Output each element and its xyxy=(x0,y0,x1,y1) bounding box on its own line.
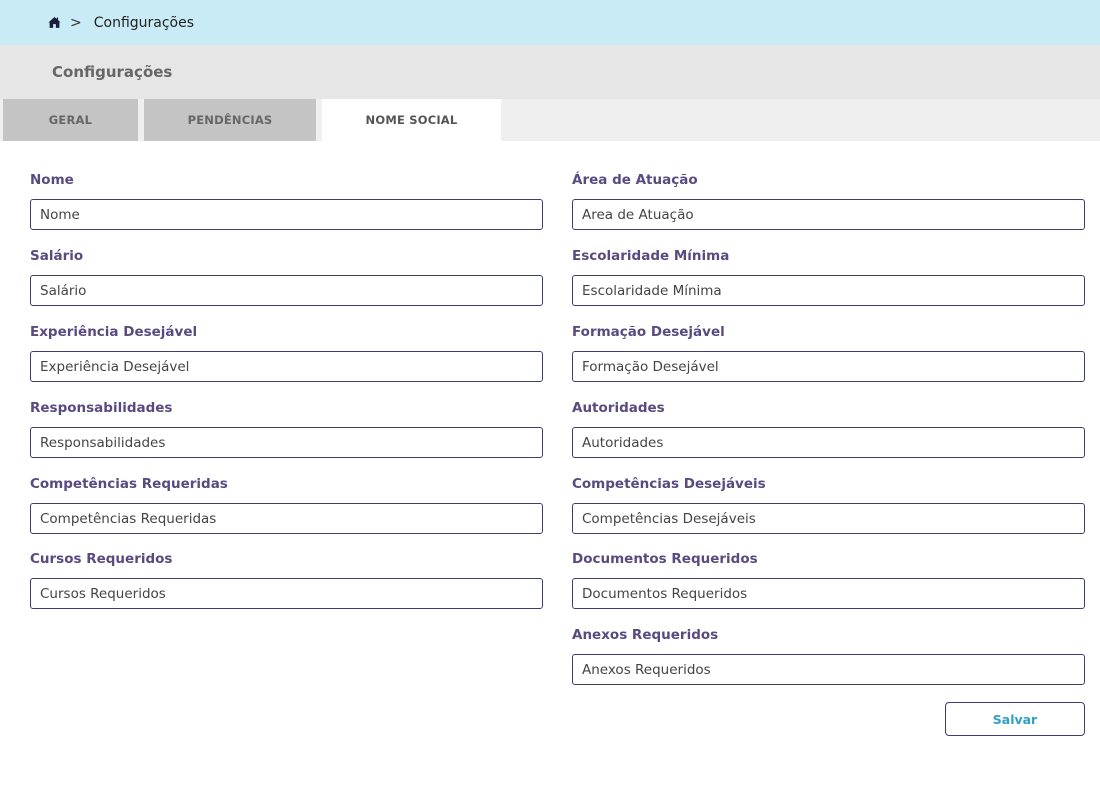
documentos-requeridos-input[interactable] xyxy=(572,578,1085,609)
escolaridade-minima-input[interactable] xyxy=(572,275,1085,306)
autoridades-input[interactable] xyxy=(572,427,1085,458)
field-label-autoridades: Autoridades xyxy=(572,400,665,416)
page-header: Configurações xyxy=(0,45,1100,99)
field-documentos-requeridos: Documentos Requeridos xyxy=(572,550,1085,609)
tab-pendencias[interactable]: PENDÊNCIAS xyxy=(144,99,316,141)
tabs-bar: GERAL PENDÊNCIAS NOME SOCIAL xyxy=(0,99,1100,141)
salario-input[interactable] xyxy=(30,275,543,306)
formacao-desejavel-input[interactable] xyxy=(572,351,1085,382)
home-icon[interactable] xyxy=(48,16,61,29)
field-competencias-requeridas: Competências Requeridas xyxy=(30,475,543,534)
field-cursos-requeridos: Cursos Requeridos xyxy=(30,550,543,609)
save-button[interactable]: Salvar xyxy=(945,702,1085,736)
field-label-area-de-atuacao: Área de Atuação xyxy=(572,172,698,188)
field-label-anexos-requeridos: Anexos Requeridos xyxy=(572,627,719,643)
tab-nome-social[interactable]: NOME SOCIAL xyxy=(322,99,501,141)
tab-geral[interactable]: GERAL xyxy=(3,99,138,141)
field-salario: Salário xyxy=(30,247,543,306)
field-responsabilidades: Responsabilidades xyxy=(30,399,543,458)
page-title: Configurações xyxy=(52,63,173,81)
field-label-cursos-requeridos: Cursos Requeridos xyxy=(30,551,173,567)
field-label-salario: Salário xyxy=(30,248,84,264)
field-formacao-desejavel: Formação Desejável xyxy=(572,323,1085,382)
breadcrumb-current: Configurações xyxy=(93,14,195,31)
field-label-escolaridade-minima: Escolaridade Mínima xyxy=(572,248,730,264)
anexos-requeridos-input[interactable] xyxy=(572,654,1085,685)
field-area-de-atuacao: Área de Atuação xyxy=(572,171,1085,230)
field-label-competencias-desejaveis: Competências Desejáveis xyxy=(572,476,766,492)
field-anexos-requeridos: Anexos Requeridos xyxy=(572,626,1085,685)
competencias-desejaveis-input[interactable] xyxy=(572,503,1085,534)
field-label-competencias-requeridas: Competências Requeridas xyxy=(30,476,228,492)
field-label-formacao-desejavel: Formação Desejável xyxy=(572,324,725,340)
field-escolaridade-minima: Escolaridade Mínima xyxy=(572,247,1085,306)
responsabilidades-input[interactable] xyxy=(30,427,543,458)
field-label-experiencia-desejavel: Experiência Desejável xyxy=(30,324,198,340)
field-autoridades: Autoridades xyxy=(572,399,1085,458)
cursos-requeridos-input[interactable] xyxy=(30,578,543,609)
field-experiencia-desejavel: Experiência Desejável xyxy=(30,323,543,382)
breadcrumb-separator: > xyxy=(70,14,82,31)
field-competencias-desejaveis: Competências Desejáveis xyxy=(572,475,1085,534)
field-label-responsabilidades: Responsabilidades xyxy=(30,400,173,416)
field-nome: Nome xyxy=(30,171,543,230)
nome-input[interactable] xyxy=(30,199,543,230)
field-label-documentos-requeridos: Documentos Requeridos xyxy=(572,551,758,567)
experiencia-desejavel-input[interactable] xyxy=(30,351,543,382)
competencias-requeridas-input[interactable] xyxy=(30,503,543,534)
breadcrumb: > Configurações xyxy=(0,0,1100,45)
area-de-atuacao-input[interactable] xyxy=(572,199,1085,230)
field-label-nome: Nome xyxy=(30,172,74,188)
